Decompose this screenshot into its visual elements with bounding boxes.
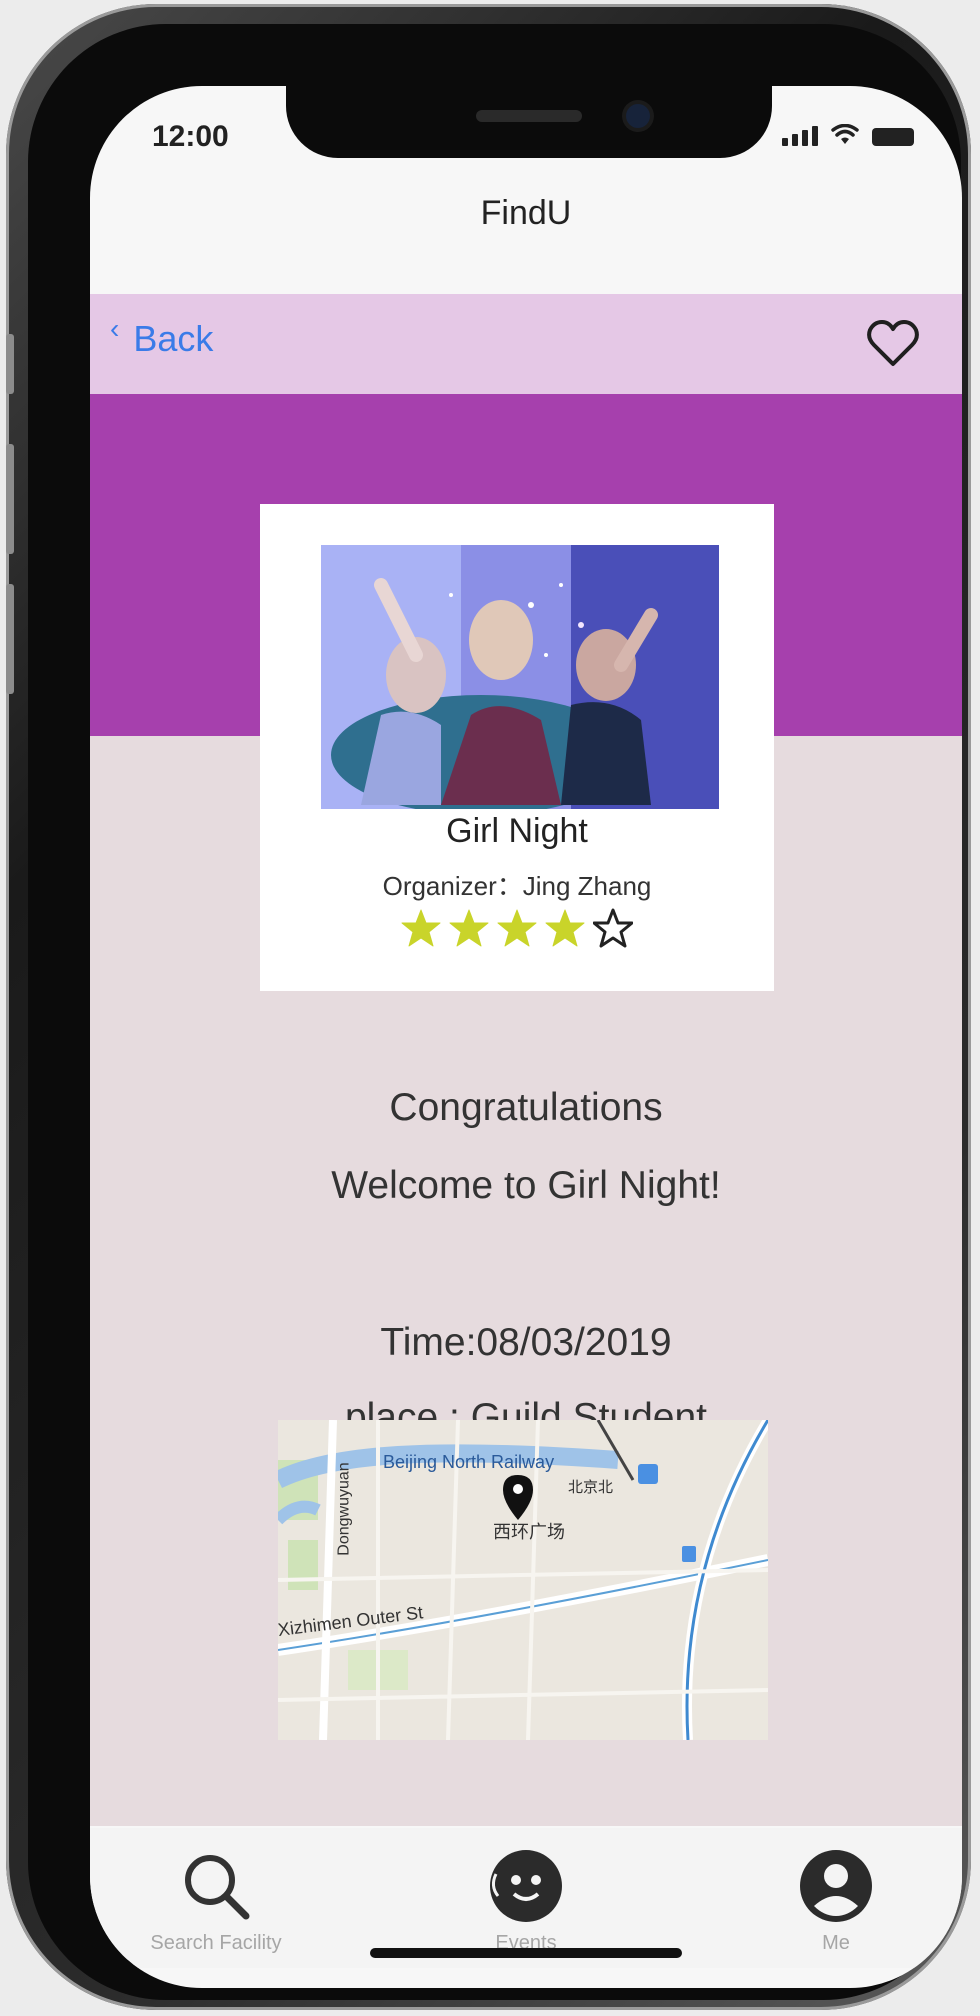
congrats-line-2: Welcome to Girl Night! bbox=[331, 1164, 721, 1207]
map-label-station: Beijing North Railway bbox=[383, 1452, 555, 1472]
volume-up-button bbox=[6, 444, 14, 554]
events-icon bbox=[490, 1850, 562, 1922]
star-filled-icon[interactable] bbox=[545, 908, 585, 948]
map-label-vertical: Dongwuyuan bbox=[335, 1462, 353, 1556]
user-icon bbox=[800, 1850, 872, 1922]
chevron-left-icon: ‹ bbox=[110, 313, 120, 344]
tab-label: Me bbox=[822, 1932, 850, 1954]
camera bbox=[626, 104, 650, 128]
star-filled-icon[interactable] bbox=[497, 908, 537, 948]
congrats-line-1: Congratulations bbox=[389, 1086, 663, 1129]
star-rating[interactable] bbox=[260, 908, 774, 948]
screen: 12:00 FindU ‹ Back Girl Night Organizer：… bbox=[90, 86, 962, 1988]
heart-icon[interactable] bbox=[866, 318, 920, 368]
status-time: 12:00 bbox=[152, 120, 229, 153]
star-empty-icon[interactable] bbox=[593, 908, 633, 948]
notch bbox=[286, 86, 772, 158]
cellular-signal-icon bbox=[782, 126, 818, 146]
volume-down-button bbox=[6, 584, 14, 694]
speaker bbox=[476, 110, 582, 122]
event-card[interactable]: Girl Night Organizer：Jing Zhang bbox=[260, 504, 774, 991]
nav-bar: ‹ Back bbox=[90, 294, 962, 394]
tab-me[interactable]: Me bbox=[736, 1846, 936, 1955]
phone-bezel: 12:00 FindU ‹ Back Girl Night Organizer：… bbox=[28, 24, 962, 2000]
silent-switch bbox=[6, 334, 14, 394]
phone-frame: 12:00 FindU ‹ Back Girl Night Organizer：… bbox=[6, 4, 971, 2010]
back-button[interactable]: ‹ Back bbox=[110, 313, 214, 360]
tab-search-facility[interactable]: Search Facility bbox=[116, 1846, 316, 1955]
search-icon bbox=[185, 1855, 250, 1920]
wifi-icon bbox=[831, 124, 859, 144]
star-filled-icon[interactable] bbox=[449, 908, 489, 948]
event-time: Time:08/03/2019 bbox=[380, 1321, 672, 1364]
event-photo bbox=[321, 545, 719, 809]
tab-bar: Search Facility Events Me bbox=[90, 1828, 962, 1968]
map-label-station-cn: 北京北 bbox=[568, 1479, 614, 1496]
map-label-plaza: 西环广场 bbox=[493, 1522, 565, 1542]
status-icons bbox=[782, 124, 914, 146]
location-map[interactable]: Beijing North Railway 北京北 西环广场 Xizhimen … bbox=[278, 1420, 768, 1740]
home-indicator bbox=[370, 1948, 682, 1958]
event-title: Girl Night bbox=[446, 812, 588, 850]
event-organizer: Organizer：Jing Zhang bbox=[382, 871, 652, 901]
tab-events[interactable]: Events bbox=[426, 1846, 626, 1955]
back-label: Back bbox=[133, 318, 214, 359]
app-title: FindU bbox=[480, 194, 572, 232]
tab-label: Search Facility bbox=[150, 1932, 282, 1954]
star-filled-icon[interactable] bbox=[401, 908, 441, 948]
battery-icon bbox=[872, 128, 914, 146]
